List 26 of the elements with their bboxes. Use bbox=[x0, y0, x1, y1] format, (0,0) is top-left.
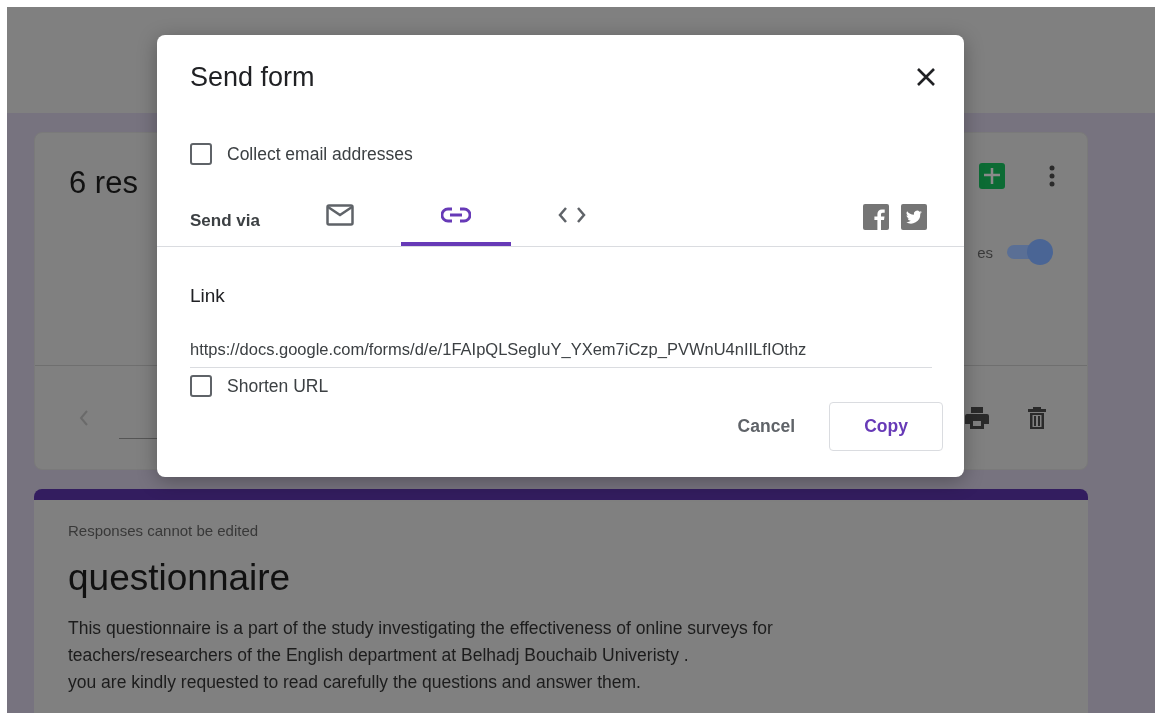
send-via-label: Send via bbox=[190, 210, 261, 232]
twitter-icon[interactable] bbox=[901, 204, 927, 230]
link-icon bbox=[441, 207, 471, 223]
close-icon[interactable] bbox=[915, 66, 937, 88]
response-count: 6 res bbox=[69, 164, 138, 202]
accepting-toggle[interactable] bbox=[1005, 237, 1055, 267]
description-line: teachers/researchers of the English department at Belhadj Bouchaib Univeristy . bbox=[68, 644, 690, 667]
code-icon bbox=[558, 206, 586, 224]
mail-icon bbox=[326, 204, 354, 226]
facebook-icon[interactable] bbox=[863, 204, 889, 230]
toggle-label: es bbox=[977, 243, 993, 261]
checkbox[interactable] bbox=[190, 143, 212, 165]
notice-text: Responses cannot be edited bbox=[68, 522, 260, 539]
section-title: Link bbox=[189, 285, 226, 307]
checkbox[interactable] bbox=[190, 375, 212, 397]
copy-button[interactable]: Copy bbox=[829, 402, 943, 451]
cancel-button[interactable]: Cancel bbox=[725, 402, 807, 451]
delete-icon[interactable] bbox=[1027, 406, 1047, 430]
checkbox-label: Collect email addresses bbox=[227, 143, 413, 165]
more-icon[interactable] bbox=[1049, 165, 1055, 187]
description-line: This questionnaire is a part of the study investigating the effectiveness of online surveys for bbox=[68, 617, 774, 640]
description-line: you are kindly requested to read carefully the questions and answer them. bbox=[68, 671, 642, 694]
dialog-title: Send form bbox=[190, 61, 315, 93]
print-icon[interactable] bbox=[965, 407, 989, 429]
form-title: questionnaire bbox=[68, 556, 292, 600]
checkbox-label: Shorten URL bbox=[227, 375, 329, 397]
